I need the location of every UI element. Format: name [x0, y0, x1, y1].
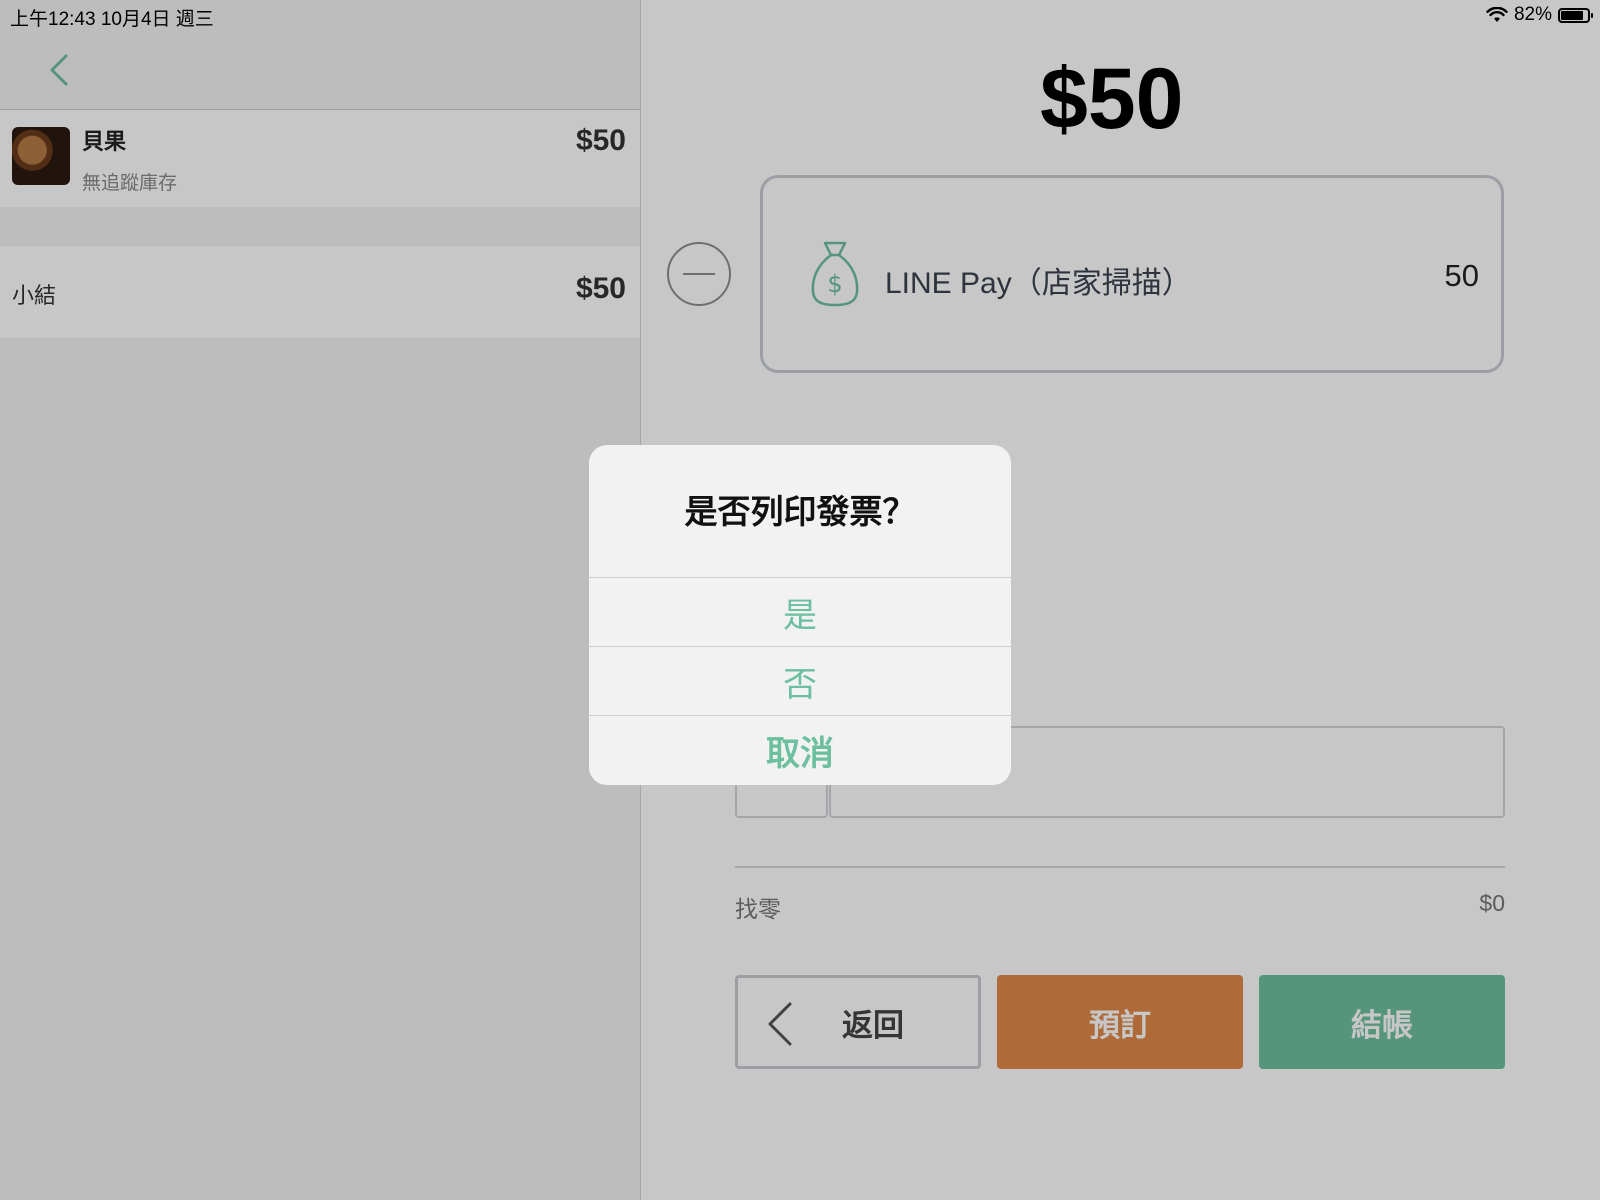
alert-yes-button[interactable]: 是 — [589, 577, 1011, 646]
alert-no-button[interactable]: 否 — [589, 646, 1011, 715]
alert-title: 是否列印發票？ — [684, 493, 916, 530]
app-screen: 上午12:43 10月4日 週三 82% 貝果 無追蹤庫存 $50 小結 $50… — [0, 0, 1600, 1200]
alert-cancel-button[interactable]: 取消 — [589, 715, 1011, 784]
print-invoice-alert: 是否列印發票？ 是 否 取消 — [589, 445, 1011, 785]
